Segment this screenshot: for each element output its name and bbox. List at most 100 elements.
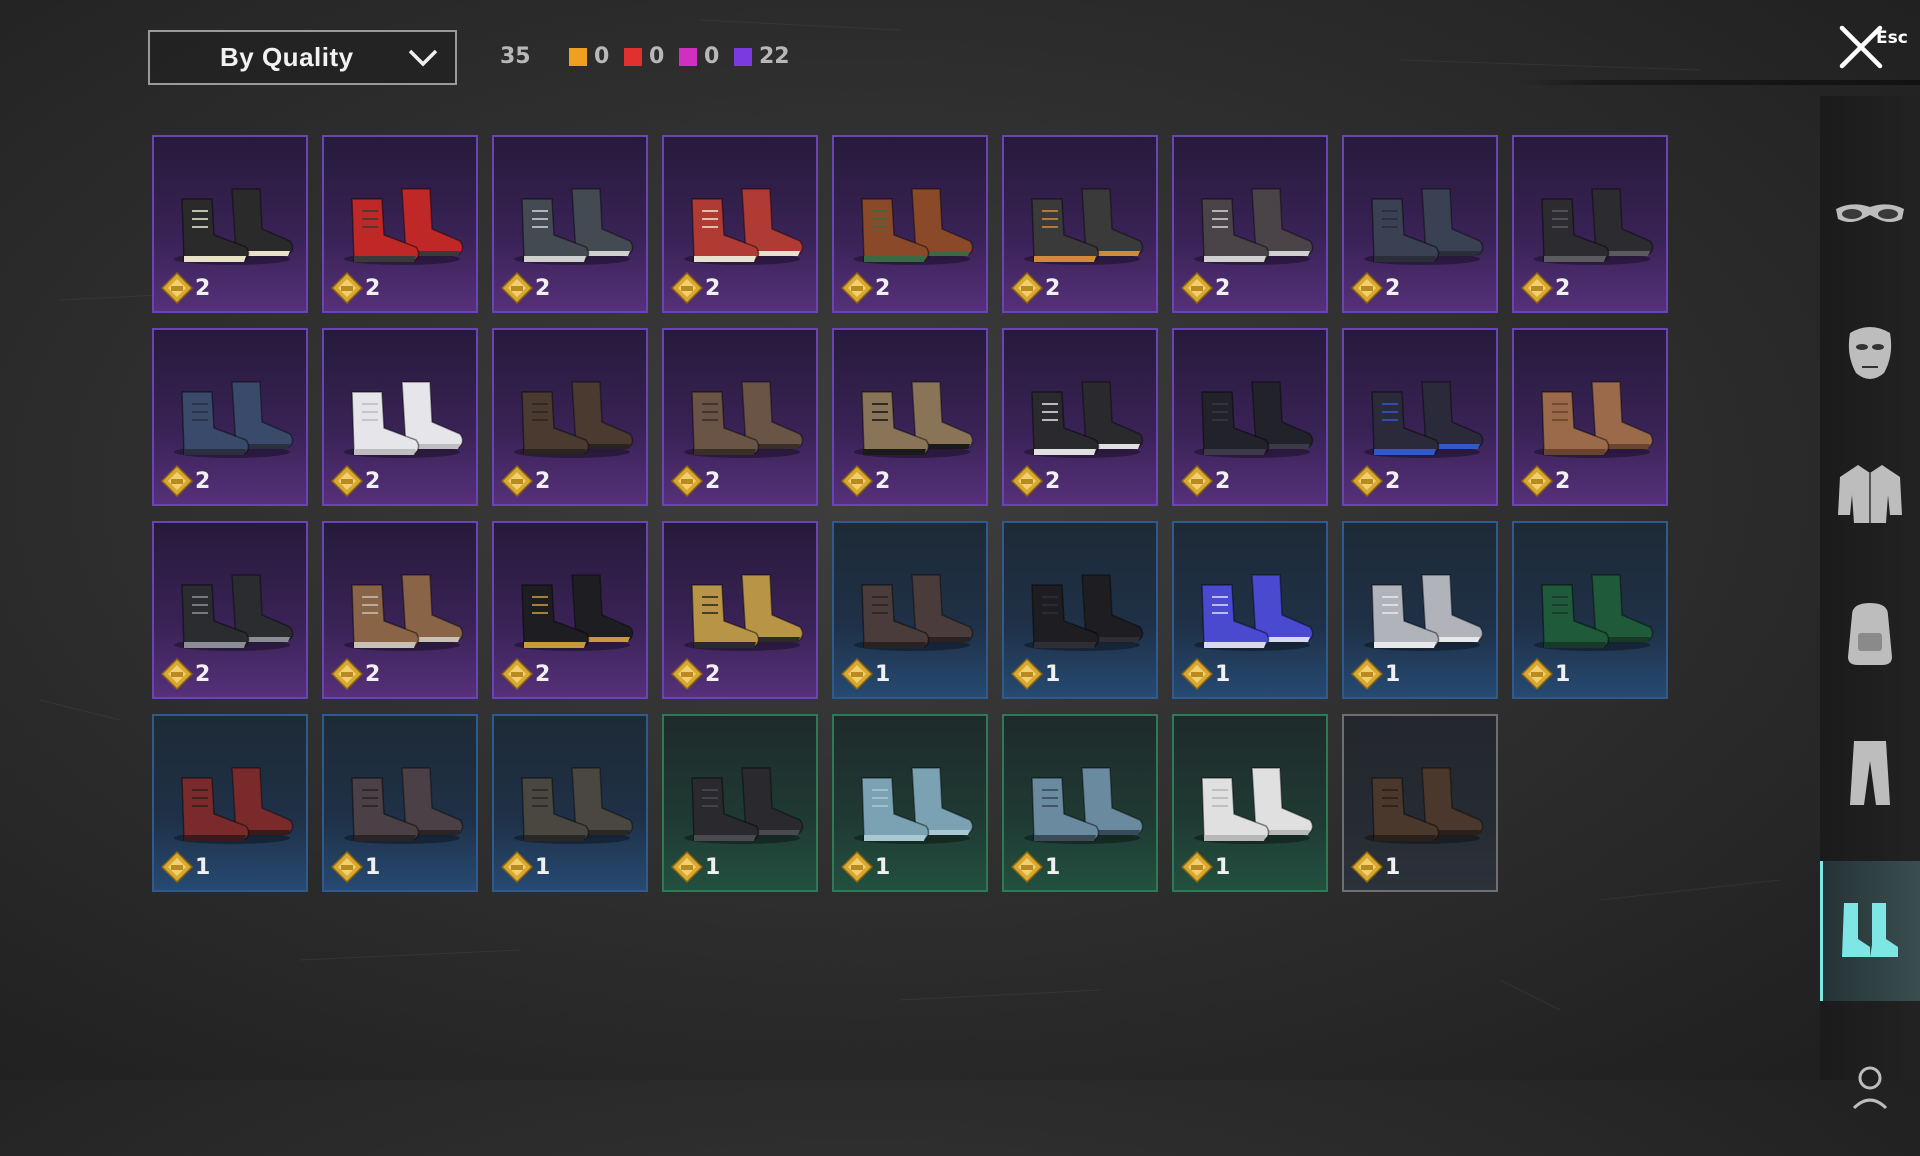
diamond-coin-icon [330,657,364,691]
item-tile[interactable]: 2 [322,135,478,313]
points-badge: 1 [1010,657,1060,691]
points-badge: 2 [670,657,720,691]
item-tile[interactable]: 2 [322,328,478,506]
item-tile[interactable]: 2 [1512,135,1668,313]
chevron-down-icon [408,49,438,67]
item-tile[interactable]: 2 [152,135,308,313]
points-value: 2 [195,661,211,687]
diamond-coin-icon [670,464,704,498]
diamond-coin-icon [1010,850,1044,884]
item-tile[interactable]: 2 [1172,328,1328,506]
points-badge: 1 [1520,657,1570,691]
item-tile[interactable]: 2 [492,328,648,506]
shoe-icon [344,574,464,651]
sidebar-item-mask[interactable] [1820,283,1920,423]
quality-swatch-orange [569,47,587,66]
item-tile[interactable]: 2 [1172,135,1328,313]
item-tile[interactable]: 2 [1002,135,1158,313]
sidebar-item-jacket[interactable] [1820,423,1920,563]
shoe-icon [514,381,634,458]
diamond-coin-icon [1350,271,1384,305]
sort-dropdown-label: By Quality [220,42,354,72]
diamond-coin-icon [1010,657,1044,691]
item-tile[interactable]: 2 [492,521,648,699]
item-tile[interactable]: 1 [1002,521,1158,699]
shoe-icon [1364,381,1484,458]
quality-count-orange: 0 [569,44,609,69]
diamond-coin-icon [1180,657,1214,691]
diamond-coin-icon [500,850,534,884]
item-tile[interactable]: 1 [1002,714,1158,892]
points-badge: 2 [160,271,210,305]
diamond-coin-icon [840,657,874,691]
item-tile[interactable]: 1 [152,714,308,892]
points-value: 1 [365,854,381,880]
category-sidebar [1820,96,1920,1110]
item-tile[interactable]: 2 [662,135,818,313]
sort-dropdown[interactable]: By Quality [148,30,457,85]
shoe-icon [1534,381,1654,458]
shoe-icon [1024,381,1144,458]
item-tile[interactable]: 1 [832,714,988,892]
item-tile[interactable]: 2 [152,521,308,699]
item-tile[interactable]: 1 [832,521,988,699]
backpack-icon [1848,603,1892,665]
item-tile[interactable]: 2 [1342,328,1498,506]
item-tile[interactable]: 2 [832,328,988,506]
item-tile[interactable]: 1 [492,714,648,892]
sidebar-item-goggles[interactable] [1820,143,1920,283]
points-badge: 2 [330,657,380,691]
item-tile[interactable]: 2 [662,521,818,699]
shoe-icon [514,767,634,844]
shoes-icon [1842,903,1898,957]
item-tile[interactable]: 2 [832,135,988,313]
shoe-icon [344,188,464,265]
diamond-coin-icon [1520,657,1554,691]
shoe-icon [1024,767,1144,844]
item-tile[interactable]: 2 [492,135,648,313]
item-tile[interactable]: 2 [1002,328,1158,506]
item-tile[interactable]: 2 [1512,328,1668,506]
shoe-icon [684,381,804,458]
diamond-coin-icon [500,657,534,691]
points-badge: 1 [670,850,720,884]
diamond-coin-icon [840,464,874,498]
item-tile[interactable]: 1 [662,714,818,892]
item-tile[interactable]: 2 [152,328,308,506]
item-tile[interactable]: 1 [322,714,478,892]
points-value: 2 [1385,468,1401,494]
shoe-icon [684,188,804,265]
points-value: 2 [365,275,381,301]
shoe-icon [1194,381,1314,458]
points-value: 1 [1045,854,1061,880]
item-tile[interactable]: 1 [1342,714,1498,892]
points-badge: 2 [1180,464,1230,498]
points-badge: 2 [670,271,720,305]
points-value: 2 [705,468,721,494]
item-tile[interactable]: 1 [1172,714,1328,892]
item-tile[interactable]: 2 [1342,135,1498,313]
item-tile[interactable]: 1 [1342,521,1498,699]
points-badge: 1 [1010,850,1060,884]
sidebar-item-backpack[interactable] [1820,563,1920,703]
points-badge: 2 [1520,464,1570,498]
shoe-icon [1534,188,1654,265]
item-tile[interactable]: 2 [322,521,478,699]
item-tile[interactable]: 2 [662,328,818,506]
points-value: 2 [1215,468,1231,494]
sidebar-item-pants[interactable] [1820,703,1920,843]
shoe-icon [1364,188,1484,265]
goggles-icon [1836,204,1904,222]
points-value: 1 [1215,854,1231,880]
shoe-icon [1364,574,1484,651]
item-tile[interactable]: 1 [1512,521,1668,699]
points-badge: 2 [500,271,550,305]
sidebar-item-character[interactable] [1820,1016,1920,1156]
points-badge: 2 [840,271,890,305]
item-tile[interactable]: 1 [1172,521,1328,699]
points-value: 1 [1385,854,1401,880]
shoe-icon [174,381,294,458]
points-badge: 2 [330,271,380,305]
diamond-coin-icon [160,271,194,305]
sidebar-item-shoes[interactable] [1820,861,1920,1001]
